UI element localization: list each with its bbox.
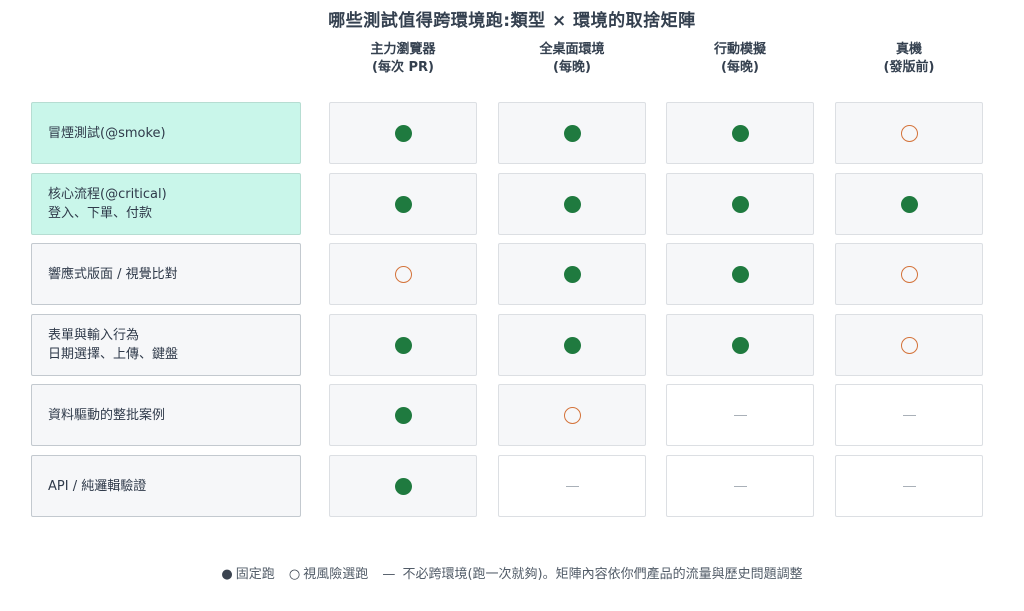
- matrix-cell: [666, 455, 814, 517]
- matrix-cell: [329, 243, 477, 305]
- matrix-cell: [835, 173, 983, 235]
- column-header: 主力瀏覽器 (每次 PR): [329, 41, 477, 77]
- column-header-cadence: (每晚): [553, 60, 591, 75]
- column-header-cadence: (發版前): [883, 60, 935, 75]
- filled-circle-icon: [563, 124, 581, 142]
- row-label: API / 純邏輯驗證: [31, 455, 301, 517]
- dash-icon: [733, 414, 747, 416]
- row-label: 表單與輸入行為日期選擇、上傳、鍵盤: [31, 314, 301, 376]
- hollow-circle-icon: [900, 124, 918, 142]
- filled-circle-icon: [731, 124, 749, 142]
- row-label-line: 響應式版面 / 視覺比對: [48, 266, 178, 282]
- matrix-cell: [498, 455, 646, 517]
- dash-icon: [902, 414, 916, 416]
- matrix-cell: [666, 173, 814, 235]
- filled-circle-icon: [731, 265, 749, 283]
- filled-circle-icon: [900, 195, 918, 213]
- filled-circle-icon: [394, 477, 412, 495]
- matrix-cell: [329, 314, 477, 376]
- legend-fixed-label: 固定跑: [235, 567, 275, 582]
- matrix-cell: [329, 455, 477, 517]
- column-header-name: 真機: [895, 42, 922, 57]
- matrix-cell: [666, 243, 814, 305]
- filled-circle-icon: [394, 336, 412, 354]
- legend-none-label: 不必跨環境(跑一次就夠)。矩陣內容依你們產品的流量與歷史問題調整: [402, 567, 803, 582]
- column-header: 行動模擬 (每晚): [666, 41, 814, 77]
- matrix-cell: [329, 384, 477, 446]
- row-label: 冒煙測試(@smoke): [31, 102, 301, 164]
- legend-risk: ○ 視風險選跑: [289, 567, 368, 582]
- column-header-name: 主力瀏覽器: [370, 42, 436, 57]
- row-label-line: 日期選擇、上傳、鍵盤: [48, 347, 179, 362]
- row-label: 資料驅動的整批案例: [31, 384, 301, 446]
- row-label-line: 資料驅動的整批案例: [48, 407, 166, 423]
- hollow-circle-icon: ○: [288, 567, 301, 582]
- matrix-cell: [498, 384, 646, 446]
- matrix-cell: [666, 314, 814, 376]
- filled-circle-icon: [563, 265, 581, 283]
- row-label-line: 表單與輸入行為: [48, 328, 140, 343]
- matrix-cell: [498, 102, 646, 164]
- dash-icon: [565, 485, 579, 487]
- matrix-cell: [835, 384, 983, 446]
- column-header-name: 行動模擬: [713, 42, 766, 57]
- dash-icon: —: [382, 567, 396, 582]
- matrix-cell: [835, 314, 983, 376]
- filled-circle-icon: [394, 406, 412, 424]
- hollow-circle-icon: [563, 406, 581, 424]
- matrix-cell: [498, 314, 646, 376]
- column-header-cadence: (每次 PR): [372, 60, 434, 75]
- column-header: 真機 (發版前): [835, 41, 983, 77]
- legend: ● 固定跑 ○ 視風險選跑 — 不必跨環境(跑一次就夠)。矩陣內容依你們產品的流量與…: [0, 563, 1024, 582]
- legend-risk-label: 視風險選跑: [303, 567, 369, 582]
- matrix-cell: [835, 455, 983, 517]
- filled-circle-icon: [394, 195, 412, 213]
- matrix-cell: [835, 243, 983, 305]
- filled-circle-icon: [394, 124, 412, 142]
- filled-circle-icon: [563, 336, 581, 354]
- matrix-cell: [329, 102, 477, 164]
- legend-none: — 不必跨環境(跑一次就夠)。矩陣內容依你們產品的流量與歷史問題調整: [382, 567, 802, 582]
- row-label-line: 核心流程(@critical): [48, 187, 167, 202]
- matrix-title: 哪些測試值得跨環境跑:類型 × 環境的取捨矩陣: [328, 11, 696, 31]
- filled-circle-icon: ●: [221, 567, 233, 582]
- column-header: 全桌面環境 (每晚): [498, 41, 646, 77]
- row-label-line: 登入、下單、付款: [48, 206, 153, 221]
- matrix-cell: [498, 173, 646, 235]
- dash-icon: [733, 485, 747, 487]
- dash-icon: [902, 485, 916, 487]
- column-header-cadence: (每晚): [721, 60, 759, 75]
- legend-fixed: ● 固定跑: [221, 567, 274, 582]
- filled-circle-icon: [731, 336, 749, 354]
- row-label: 核心流程(@critical) 登入、下單、付款: [31, 173, 301, 235]
- column-header-name: 全桌面環境: [539, 42, 605, 57]
- matrix-cell: [835, 102, 983, 164]
- filled-circle-icon: [563, 195, 581, 213]
- hollow-circle-icon: [900, 336, 918, 354]
- row-label: 響應式版面 / 視覺比對: [31, 243, 301, 305]
- matrix-cell: [498, 243, 646, 305]
- matrix-cell: [666, 102, 814, 164]
- filled-circle-icon: [731, 195, 749, 213]
- matrix-cell: [666, 384, 814, 446]
- hollow-circle-icon: [394, 265, 412, 283]
- row-label-line: API / 純邏輯驗證: [48, 478, 147, 494]
- row-label-line: 冒煙測試(@smoke): [48, 125, 166, 141]
- matrix-cell: [329, 173, 477, 235]
- hollow-circle-icon: [900, 265, 918, 283]
